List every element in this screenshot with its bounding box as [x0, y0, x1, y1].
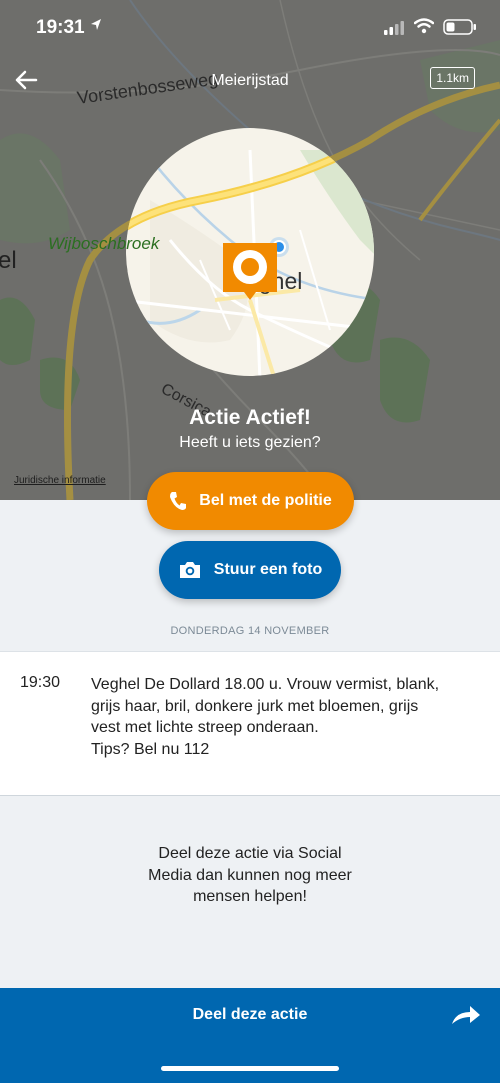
alert-subtitle: Heeft u iets gezien? — [179, 434, 321, 451]
camera-icon — [179, 562, 200, 578]
wifi-icon — [414, 18, 434, 34]
page-title: Meierijstad — [211, 72, 289, 89]
message-card: 19:30 Veghel De Dollard 18.00 u. Vrouw v… — [0, 651, 500, 796]
battery-icon — [443, 19, 476, 35]
date-separator: DONDERDAG 14 NOVEMBER — [170, 625, 330, 637]
alert-marker-icon[interactable] — [223, 243, 277, 300]
share-hint-line: mensen helpen! — [193, 888, 307, 905]
map-scale-badge: 1.1km — [430, 67, 475, 89]
alert-title: Actie Actief! — [189, 406, 311, 429]
status-time: 19:31 — [36, 17, 85, 38]
map-label-edge: el — [0, 247, 17, 274]
send-photo-button[interactable]: Stuur een foto — [159, 541, 341, 599]
call-police-label: Bel met de politie — [199, 492, 332, 509]
message-time: 19:30 — [20, 674, 61, 691]
share-action-label: Deel deze actie — [192, 1006, 308, 1023]
nav-bar: Meierijstad 1.1km — [0, 60, 500, 104]
share-arrow-icon — [452, 1006, 480, 1024]
message-line: vest met lichte streep onderaan. — [91, 719, 319, 736]
phone-icon — [170, 492, 187, 510]
map-view[interactable]: Vorstenbosseweg Wijboschbroek el Veghel … — [0, 0, 500, 500]
share-hint-line: Media dan kunnen nog meer — [148, 866, 352, 884]
call-police-button[interactable]: Bel met de politie — [147, 472, 354, 530]
map-label-area: Wijboschbroek — [48, 234, 161, 253]
share-hint: Deel deze actie via Social Media dan kun… — [0, 843, 500, 908]
legal-link[interactable]: Juridische informatie — [14, 475, 106, 486]
cell-signal-icon — [384, 21, 404, 35]
status-bar: 19:31 — [0, 0, 500, 52]
message-body: Veghel De Dollard 18.00 u. Vrouw vermist… — [91, 674, 491, 760]
message-line: grijs haar, bril, donkere jurk met bloem… — [91, 697, 419, 715]
message-line: Veghel De Dollard 18.00 u. Vrouw vermist… — [91, 676, 440, 693]
share-hint-line: Deel deze actie via Social — [158, 845, 342, 862]
location-arrow-icon — [91, 19, 101, 30]
share-action-button[interactable]: Deel deze actie — [0, 988, 500, 1083]
message-line: Tips? Bel nu 112 — [91, 740, 210, 758]
send-photo-label: Stuur een foto — [213, 561, 323, 578]
home-indicator — [161, 1066, 339, 1071]
